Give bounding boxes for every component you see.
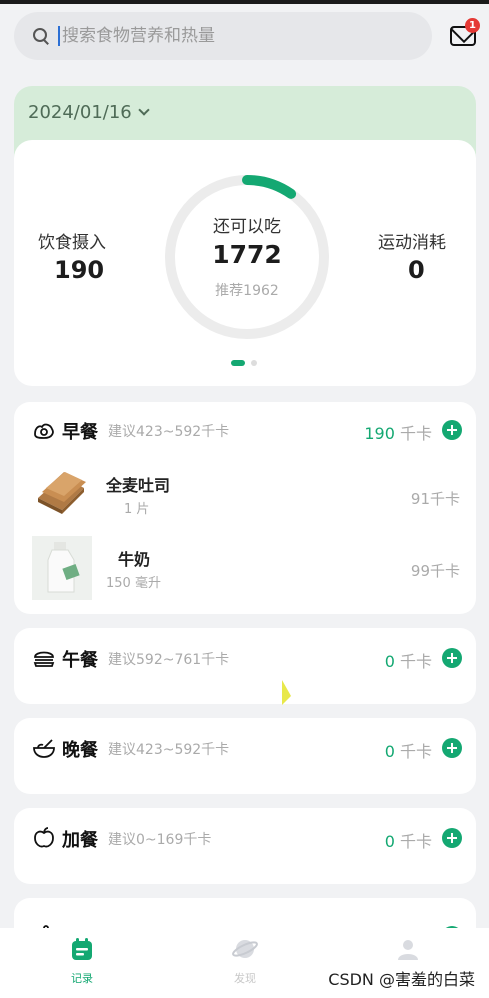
- food-item[interactable]: 全麦吐司 1 片 91千卡: [14, 464, 476, 536]
- exercise-label: 运动消耗: [378, 233, 446, 253]
- message-button[interactable]: 1: [448, 18, 480, 48]
- watermark: CSDN @害羞的白菜: [328, 970, 475, 989]
- page-dot: [251, 360, 257, 366]
- food-quantity: 150 毫升: [106, 576, 161, 591]
- food-name: 牛奶: [118, 550, 151, 569]
- meal-card-dinner: 晚餐 建议423~592千卡 0 千卡: [14, 718, 476, 794]
- meal-header-lunch[interactable]: 午餐 建议592~761千卡 0 千卡: [14, 630, 476, 686]
- tab-record[interactable]: 记录: [42, 936, 122, 992]
- meal-title: 晚餐: [62, 740, 98, 761]
- meal-header-dinner[interactable]: 晚餐 建议423~592千卡 0 千卡: [14, 720, 476, 776]
- meal-card-breakfast: 早餐 建议423~592千卡 190 千卡 全麦吐司 1 片 91千卡 牛奶 1…: [14, 402, 476, 614]
- exercise-value: 0: [408, 256, 425, 284]
- screen-top-edge: [0, 0, 489, 4]
- meal-kcal: 190 千卡: [364, 424, 432, 443]
- meal-suggestion: 建议592~761千卡: [108, 652, 230, 668]
- egg-icon: [34, 423, 54, 439]
- planet-icon: [232, 940, 258, 958]
- food-kcal: 91千卡: [410, 490, 460, 508]
- search-icon: [32, 27, 50, 45]
- date-picker[interactable]: 2024/01/16: [28, 102, 150, 123]
- food-item[interactable]: 牛奶 150 毫升 99千卡: [14, 536, 476, 608]
- mouse-cursor: [282, 680, 291, 705]
- meal-header-snack[interactable]: 加餐 建议0~169千卡 0 千卡: [14, 810, 476, 866]
- remaining-label: 还可以吃: [213, 217, 281, 237]
- add-food-button[interactable]: [442, 738, 462, 758]
- tab-label: 发现: [234, 972, 256, 985]
- date-label: 2024/01/16: [28, 102, 132, 123]
- add-food-button[interactable]: [442, 648, 462, 668]
- add-food-button[interactable]: [442, 828, 462, 848]
- text-caret: [58, 26, 60, 46]
- chevron-down-icon: [138, 103, 150, 116]
- meal-suggestion: 建议423~592千卡: [108, 424, 230, 440]
- food-kcal: 99千卡: [410, 562, 460, 580]
- add-food-button[interactable]: [442, 420, 462, 440]
- meal-title: 加餐: [62, 830, 98, 851]
- recommended-value: 推荐1962: [215, 283, 279, 299]
- food-name: 全麦吐司: [106, 476, 171, 495]
- page-indicator: [231, 360, 257, 366]
- meal-title: 午餐: [62, 650, 98, 671]
- bowl-icon: [33, 739, 55, 758]
- meal-card-lunch: 午餐 建议592~761千卡 0 千卡: [14, 628, 476, 704]
- remaining-value: 1772: [212, 240, 282, 269]
- meal-header-breakfast[interactable]: 早餐 建议423~592千卡 190 千卡: [14, 402, 476, 458]
- burger-icon: [33, 651, 55, 667]
- page-dot-active: [231, 360, 245, 366]
- meal-kcal: 0 千卡: [384, 832, 432, 851]
- meal-kcal: 0 千卡: [384, 652, 432, 671]
- meal-suggestion: 建议423~592千卡: [108, 742, 230, 758]
- message-badge: 1: [465, 18, 480, 33]
- meal-title: 早餐: [62, 422, 98, 443]
- tab-discover[interactable]: 发现: [205, 936, 285, 992]
- food-quantity: 1 片: [124, 502, 150, 517]
- tab-label: 记录: [71, 972, 93, 985]
- calendar-icon: [72, 938, 92, 960]
- toast-image: [38, 472, 86, 514]
- intake-label: 饮食摄入: [38, 233, 106, 253]
- apple-icon: [34, 827, 54, 848]
- search-bar[interactable]: [14, 12, 432, 60]
- intake-value: 190: [54, 256, 105, 284]
- search-input[interactable]: [62, 26, 402, 46]
- meal-suggestion: 建议0~169千卡: [108, 832, 212, 848]
- profile-icon: [398, 940, 418, 960]
- milk-image: [32, 536, 92, 600]
- meal-card-snack: 加餐 建议0~169千卡 0 千卡: [14, 808, 476, 884]
- meal-kcal: 0 千卡: [384, 742, 432, 761]
